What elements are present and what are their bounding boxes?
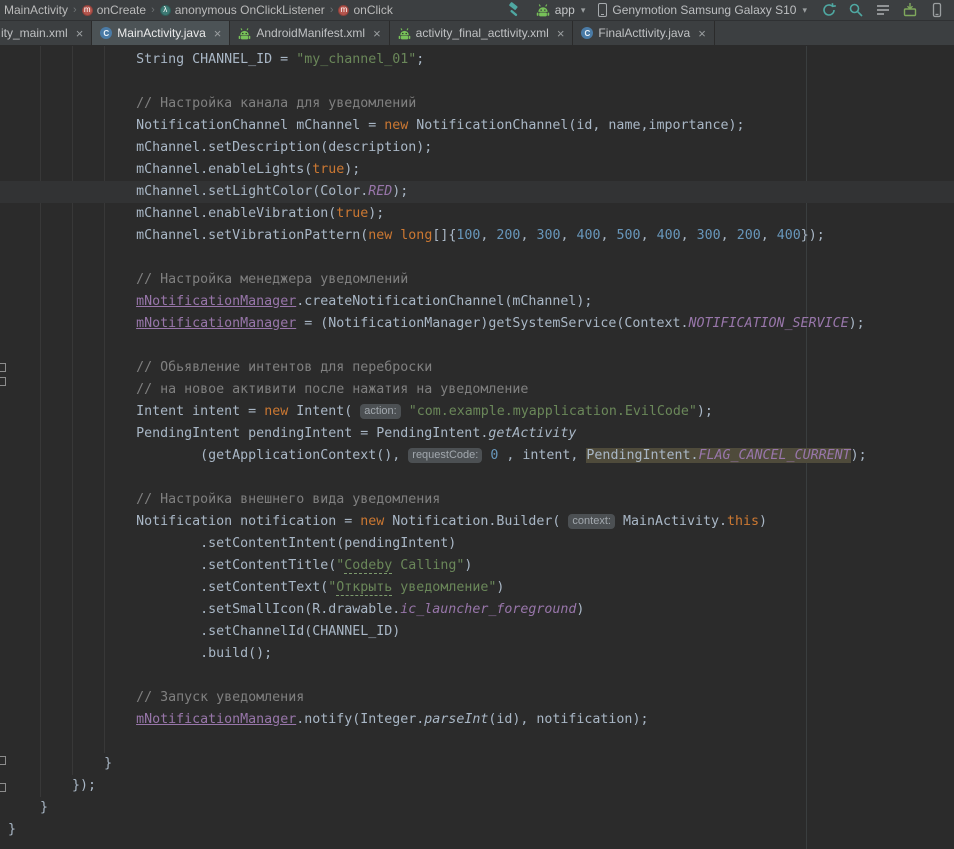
code-line[interactable]: // Настройка канала для уведомлений <box>0 93 954 115</box>
code-line[interactable]: // Настройка внешнего вида уведомления <box>0 489 954 511</box>
code-line[interactable]: .setChannelId(CHANNEL_ID) <box>0 621 954 643</box>
anonymous-class-icon: λ <box>160 5 171 16</box>
breadcrumb-label: anonymous OnClickListener <box>175 3 325 17</box>
code-line[interactable]: Notification notification = new Notifica… <box>0 511 954 533</box>
code-line[interactable]: mChannel.setVibrationPattern(new long[]{… <box>0 225 954 247</box>
breadcrumb-separator: › <box>327 4 337 16</box>
code-line[interactable]: }); <box>0 775 954 797</box>
breadcrumb-item[interactable]: λ anonymous OnClickListener <box>158 3 327 17</box>
tab-label: MainActivity.java <box>117 26 205 40</box>
method-icon: m <box>338 5 349 16</box>
chevron-down-icon: ▾ <box>581 5 586 16</box>
code-line[interactable]: } <box>0 753 954 775</box>
toolbar-right: app ▾ Genymotion Samsung Galaxy S10 ▾ <box>505 1 948 19</box>
code-line[interactable]: mChannel.enableLights(true); <box>0 159 954 181</box>
gutter-mark-icon[interactable] <box>0 377 6 386</box>
code-line[interactable] <box>0 467 954 489</box>
android-robot-icon <box>536 3 550 17</box>
phone-icon <box>598 3 607 17</box>
java-class-icon: C <box>581 27 593 39</box>
gutter-mark-icon[interactable] <box>0 756 6 765</box>
close-icon[interactable]: × <box>557 27 565 40</box>
close-icon[interactable]: × <box>698 27 706 40</box>
tab-androidmanifest-xml[interactable]: AndroidManifest.xml × <box>230 21 389 45</box>
tab-label: AndroidManifest.xml <box>256 26 365 40</box>
code-line[interactable]: PendingIntent pendingIntent = PendingInt… <box>0 423 954 445</box>
close-icon[interactable]: × <box>214 27 222 40</box>
code-line[interactable]: mNotificationManager = (NotificationMana… <box>0 313 954 335</box>
code-editor[interactable]: String CHANNEL_ID = "my_channel_01"; // … <box>0 46 954 849</box>
tab-finalacttivity-java[interactable]: C FinalActtivity.java × <box>573 21 714 45</box>
chevron-down-icon: ▾ <box>802 5 807 16</box>
tab-ity-main-xml[interactable]: ity_main.xml × <box>0 21 92 45</box>
code-line[interactable]: String CHANNEL_ID = "my_channel_01"; <box>0 49 954 71</box>
breadcrumb-label: MainActivity <box>4 3 68 17</box>
gutter-mark-icon[interactable] <box>0 363 6 372</box>
avd-manager-icon[interactable] <box>928 1 946 19</box>
build-hammer-icon[interactable] <box>505 1 523 19</box>
method-icon: m <box>82 5 93 16</box>
main-toolbar: MainActivity›monCreate›λanonymous OnClic… <box>0 0 954 21</box>
breadcrumb-item[interactable]: m onClick <box>336 3 394 17</box>
code-line[interactable]: } <box>0 819 954 841</box>
event-log-icon[interactable] <box>874 1 892 19</box>
code-line[interactable]: // Обьявление интентов для переброски <box>0 357 954 379</box>
code-line[interactable]: .setContentText("Открыть уведомление") <box>0 577 954 599</box>
tab-label: FinalActtivity.java <box>598 26 690 40</box>
java-class-icon: C <box>100 27 112 39</box>
code-line[interactable]: Intent intent = new Intent( action: "com… <box>0 401 954 423</box>
code-line[interactable] <box>0 335 954 357</box>
tab-label: ity_main.xml <box>1 26 68 40</box>
code-line[interactable]: (getApplicationContext(), requestCode: 0… <box>0 445 954 467</box>
code-line[interactable]: .setSmallIcon(R.drawable.ic_launcher_for… <box>0 599 954 621</box>
code-line[interactable] <box>0 731 954 753</box>
breadcrumb-item[interactable]: MainActivity <box>2 3 70 17</box>
code-line[interactable]: .build(); <box>0 643 954 665</box>
code-line[interactable]: .setContentTitle("Codeby Calling") <box>0 555 954 577</box>
code-line[interactable]: mNotificationManager.notify(Integer.pars… <box>0 709 954 731</box>
code-line[interactable]: // Настройка менеджера уведомлений <box>0 269 954 291</box>
breadcrumb-separator: › <box>148 4 158 16</box>
toolbar-icon-cluster <box>820 1 946 19</box>
code-line[interactable]: // на новое активити после нажатия на ув… <box>0 379 954 401</box>
breadcrumb-label: onClick <box>353 3 392 17</box>
run-config-label: app <box>555 3 575 17</box>
breadcrumb-separator: › <box>70 4 80 16</box>
code-line[interactable]: mChannel.setDescription(description); <box>0 137 954 159</box>
code-line[interactable] <box>0 247 954 269</box>
device-label: Genymotion Samsung Galaxy S10 <box>612 3 796 17</box>
breadcrumb-label: onCreate <box>97 3 146 17</box>
code-area: String CHANNEL_ID = "my_channel_01"; // … <box>0 49 954 841</box>
android-file-icon <box>238 27 251 40</box>
gutter-mark-icon[interactable] <box>0 783 6 792</box>
code-line[interactable]: mChannel.setLightColor(Color.RED); <box>0 181 954 203</box>
code-line[interactable]: } <box>0 797 954 819</box>
code-line[interactable]: NotificationChannel mChannel = new Notif… <box>0 115 954 137</box>
code-line[interactable] <box>0 71 954 93</box>
breadcrumb-item[interactable]: m onCreate <box>80 3 148 17</box>
editor-tab-bar: ity_main.xml×CMainActivity.java×AndroidM… <box>0 21 954 46</box>
android-file-icon <box>398 27 411 40</box>
breadcrumb: MainActivity›monCreate›λanonymous OnClic… <box>2 3 395 17</box>
android-studio-window: MainActivity›monCreate›λanonymous OnClic… <box>0 0 954 849</box>
tab-activity-final-acttivity-xml[interactable]: activity_final_acttivity.xml × <box>390 21 574 45</box>
attach-debugger-icon[interactable] <box>847 1 865 19</box>
code-line[interactable]: mChannel.enableVibration(true); <box>0 203 954 225</box>
code-line[interactable]: // Запуск уведомления <box>0 687 954 709</box>
tab-mainactivity-java[interactable]: C MainActivity.java × <box>92 21 230 45</box>
close-icon[interactable]: × <box>373 27 381 40</box>
code-line[interactable]: mNotificationManager.createNotificationC… <box>0 291 954 313</box>
code-line[interactable]: .setContentIntent(pendingIntent) <box>0 533 954 555</box>
device-dropdown[interactable]: Genymotion Samsung Galaxy S10 ▾ <box>598 3 807 17</box>
sync-project-icon[interactable] <box>820 1 838 19</box>
close-icon[interactable]: × <box>76 27 84 40</box>
sdk-manager-icon[interactable] <box>901 1 919 19</box>
tab-label: activity_final_acttivity.xml <box>416 26 549 40</box>
code-line[interactable] <box>0 665 954 687</box>
run-config-dropdown[interactable]: app ▾ <box>536 3 586 17</box>
